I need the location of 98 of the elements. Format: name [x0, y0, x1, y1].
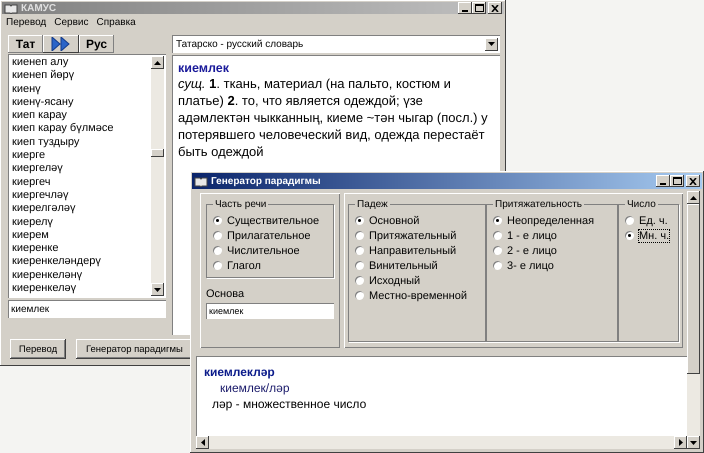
scroll-thumb[interactable] [151, 149, 164, 157]
search-field[interactable]: киемлек [8, 300, 166, 318]
window-title: КАМУС [21, 2, 58, 14]
word-list-item[interactable]: киеренкеләнү [12, 268, 151, 282]
radio-button[interactable] [355, 216, 364, 225]
radio-option[interactable]: Числительное [213, 243, 327, 258]
radio-button[interactable] [213, 261, 222, 270]
radio-option[interactable]: Неопределенная [493, 213, 611, 228]
target-language-button[interactable]: Рус [79, 35, 114, 53]
maximize-button[interactable] [472, 2, 486, 14]
left-arrow-icon [200, 439, 204, 446]
close-icon [491, 4, 499, 12]
word-list-item[interactable]: киеренкеләндерү [12, 255, 151, 269]
right-arrow-icon [678, 439, 682, 446]
double-arrow-icon [50, 37, 72, 51]
down-arrow-icon [154, 288, 161, 292]
radio-button[interactable] [355, 246, 364, 255]
group-title: Число [626, 199, 657, 210]
radio-option[interactable]: Местно-временной [355, 288, 479, 303]
word-list-item[interactable]: киерем [12, 228, 151, 242]
swap-direction-button[interactable] [43, 35, 79, 53]
radio-option[interactable]: Мн. ч. [625, 228, 672, 243]
radio-option[interactable]: 1 - е лицо [493, 228, 611, 243]
down-arrow-icon [690, 440, 697, 444]
word-list-item[interactable]: киерелү [12, 216, 151, 229]
book-icon [194, 176, 208, 186]
action-button[interactable]: Перевод [10, 339, 66, 359]
word-list-item[interactable]: киеп карау бүлмәсе [12, 122, 151, 136]
action-button[interactable]: Генератор парадигмы [76, 339, 193, 359]
word-list-item[interactable]: киенеп йөрү [12, 69, 151, 83]
radio-option[interactable]: Притяжательный [355, 228, 479, 243]
radio-button[interactable] [493, 246, 502, 255]
radio-option[interactable]: Исходный [355, 273, 479, 288]
word-list-item[interactable]: киеренке [12, 242, 151, 256]
word-list-item[interactable]: киергеләү [12, 162, 151, 176]
dictionary-dropdown[interactable]: Татарско - русский словарь [172, 35, 500, 53]
radio-option[interactable]: Винительный [355, 258, 479, 273]
word-list-item[interactable]: киенү [12, 82, 151, 96]
word-list-item[interactable]: киергеч [12, 176, 151, 189]
radio-button[interactable] [213, 246, 222, 255]
radio-button[interactable] [355, 276, 364, 285]
dropdown-arrow-icon [488, 42, 495, 46]
radio-button[interactable] [355, 231, 364, 240]
menu-item[interactable]: Перевод [6, 17, 46, 28]
scrollbar[interactable] [687, 191, 700, 449]
result-line: киемлек/ләр [219, 380, 290, 396]
radio-button[interactable] [625, 216, 634, 225]
maximize-button[interactable] [670, 175, 684, 187]
radio-option[interactable]: 3- е лицо [493, 258, 611, 273]
radio-option[interactable]: Существительное [213, 213, 327, 228]
word-list-item[interactable]: киенеп алу [12, 56, 151, 70]
up-arrow-icon [154, 60, 161, 64]
radio-button[interactable] [355, 261, 364, 270]
word-list-item[interactable]: киеренкеләү [12, 282, 151, 296]
source-language-button[interactable]: Тат [8, 35, 43, 53]
radio-option[interactable]: Глагол [213, 258, 327, 273]
group-title: Часть речи [214, 199, 268, 210]
book-icon [4, 2, 18, 14]
close-button[interactable] [686, 175, 700, 187]
word-list-item[interactable]: киерге [12, 149, 151, 162]
word-list-item[interactable]: киерелгәләү [12, 202, 151, 216]
result-line: киемлекләр [204, 364, 276, 380]
radio-option[interactable]: Ед. ч. [625, 213, 672, 228]
group-title: Падеж [356, 199, 389, 210]
scroll-thumb[interactable] [687, 204, 700, 374]
word-list-item[interactable]: киенү-ясану [12, 96, 151, 110]
scrollbar[interactable] [151, 56, 164, 296]
window-title: Генератор парадигмы [211, 176, 322, 186]
word-list-item[interactable]: киеп туздыру [12, 136, 151, 150]
maximize-icon [474, 4, 484, 12]
headword: киемлек [178, 61, 230, 75]
radio-button[interactable] [355, 291, 364, 300]
close-button[interactable] [488, 2, 502, 14]
group-title: Притяжательность [494, 199, 583, 210]
radio-button[interactable] [493, 216, 502, 225]
radio-option[interactable]: Основной [355, 213, 479, 228]
radio-option[interactable]: Прилагательное [213, 228, 327, 243]
radio-button[interactable] [213, 216, 222, 225]
radio-button[interactable] [625, 231, 634, 240]
up-arrow-icon [690, 196, 697, 200]
definition-text: сущ. 1. ткань, материал (на пальто, костюм и платье) 2. то, что является одеждой; үзе адәмлектән чыкканның, киеме ~тән чыгар (посл.) у потерявшего человеческий вид, одежда перестаёт быть одеждой [178, 75, 489, 160]
word-list-item[interactable]: киеп карау [12, 109, 151, 122]
field-label: Основа [206, 288, 246, 300]
menu-item[interactable]: Справка [96, 17, 136, 28]
base-field[interactable]: киемлек [206, 303, 334, 319]
radio-button[interactable] [493, 261, 502, 270]
radio-option[interactable]: Направительный [355, 243, 479, 258]
menu-item[interactable]: Сервис [54, 17, 88, 28]
minimize-button[interactable] [656, 175, 670, 187]
maximize-icon [672, 177, 682, 185]
close-icon [689, 178, 697, 184]
radio-button[interactable] [213, 231, 222, 240]
scrollbar[interactable] [196, 436, 687, 449]
radio-option[interactable]: 2 - е лицо [493, 243, 611, 258]
minimize-button[interactable] [458, 2, 472, 14]
radio-button[interactable] [493, 231, 502, 240]
result-line: ләр - множественное число [211, 396, 368, 412]
word-list-item[interactable]: киергечләү [12, 188, 151, 202]
